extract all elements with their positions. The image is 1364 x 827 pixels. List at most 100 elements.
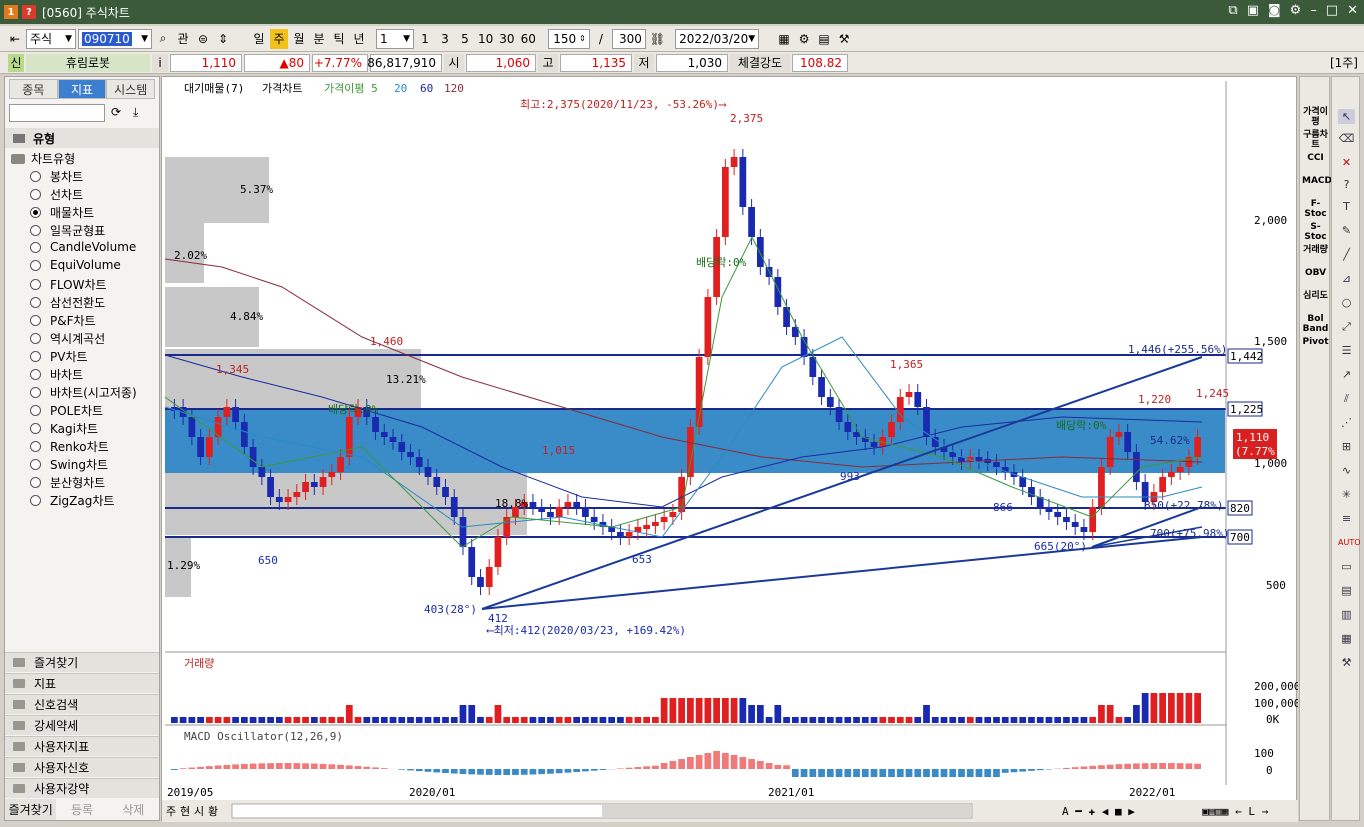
macd-title[interactable]: MACD Oscillator(12,26,9) [184, 730, 343, 743]
candle[interactable] [188, 417, 196, 437]
num-3[interactable]: 3 [436, 29, 454, 49]
scrollbar-thumb[interactable] [602, 805, 972, 817]
accordion-item[interactable]: 사용자지표 [5, 736, 159, 756]
cursor-icon[interactable]: ↖ [1338, 109, 1355, 124]
chart-type-option[interactable]: Swing차트 [30, 456, 108, 473]
radio-icon[interactable] [30, 495, 41, 506]
market-select[interactable]: 주식 ▼ [26, 28, 76, 49]
stats-icon[interactable]: ▦ [1338, 631, 1355, 646]
chart-type-option[interactable]: 봉차트 [30, 168, 83, 185]
candle[interactable] [1063, 517, 1070, 522]
radio-icon[interactable] [30, 423, 41, 434]
gear-icon[interactable]: ⚙ [1290, 3, 1302, 18]
link-icon[interactable]: ⧉ [1228, 3, 1237, 18]
candle[interactable] [477, 577, 484, 587]
candle[interactable] [337, 457, 344, 472]
candle[interactable] [415, 457, 423, 467]
trendline-low[interactable] [481, 536, 1203, 610]
accordion-item[interactable]: 신호검색 [5, 694, 159, 714]
grid-icon[interactable]: ⊞ [1338, 439, 1355, 454]
accordion-item[interactable]: 즐겨찾기 [5, 652, 159, 672]
chart-type-option[interactable]: PV차트 [30, 348, 88, 365]
candle[interactable] [293, 492, 301, 497]
candle[interactable] [372, 417, 379, 432]
bottom-tab-now[interactable]: 현 [180, 805, 190, 818]
candle[interactable] [652, 522, 659, 526]
candle[interactable] [345, 417, 353, 457]
tool-icon[interactable]: ⚒ [835, 29, 853, 49]
candle[interactable] [398, 442, 406, 452]
candle[interactable] [730, 157, 738, 167]
chart-type-option[interactable]: 바차트(시고저종) [30, 384, 137, 401]
legend-ma5[interactable]: 가격이평 5 [324, 82, 378, 95]
period-week[interactable]: 주 [270, 28, 288, 49]
download-icon[interactable]: ⤓ [133, 105, 138, 120]
candle[interactable] [669, 512, 677, 517]
radio-icon[interactable] [30, 297, 41, 308]
candle[interactable] [258, 467, 266, 477]
circle-icon[interactable]: ○ [1338, 295, 1355, 310]
legend-ma20[interactable]: 20 [394, 82, 407, 95]
radio-icon[interactable] [30, 387, 41, 398]
all-delete-icon[interactable]: ✕ [1338, 155, 1355, 170]
candle[interactable] [818, 377, 825, 397]
indicator-tool-button[interactable]: OBV [1302, 268, 1329, 278]
accordion-item[interactable]: 사용자신호 [5, 757, 159, 777]
prev-stock-icon[interactable]: ⇤ [6, 29, 24, 49]
candle[interactable] [573, 502, 581, 507]
tree-root[interactable]: 차트유형 [11, 150, 75, 167]
candle[interactable] [739, 157, 747, 207]
candle[interactable] [538, 507, 546, 512]
chart-type-option[interactable]: EquiVolume [30, 258, 121, 272]
indicator-search-input[interactable] [9, 104, 105, 122]
candle[interactable] [809, 357, 817, 377]
candle[interactable] [547, 512, 554, 517]
candle[interactable] [205, 437, 213, 457]
total-input[interactable]: 300 [611, 28, 646, 49]
accordion-item[interactable]: 지표 [5, 673, 159, 693]
chart-small-icon[interactable]: ▥ [1338, 607, 1355, 622]
chart-type-option[interactable]: FLOW차트 [30, 276, 107, 293]
candle[interactable] [844, 422, 852, 432]
delete-button[interactable]: 삭제 [108, 799, 159, 820]
candle[interactable] [1045, 507, 1053, 512]
candle[interactable] [564, 502, 572, 507]
candle[interactable] [1133, 452, 1140, 482]
count-input[interactable]: 150 ⇕ [547, 28, 590, 49]
chart-type-option[interactable]: 삼선전환도 [30, 294, 105, 311]
eraser-icon[interactable]: ⌫ [1338, 131, 1355, 146]
candle[interactable] [197, 437, 204, 457]
candle[interactable] [485, 567, 493, 587]
refresh-icon[interactable]: ⟳ [111, 105, 121, 119]
candle[interactable] [284, 497, 292, 502]
candle[interactable] [319, 477, 327, 487]
bottom-tab-status[interactable]: 황 [208, 805, 218, 818]
candle[interactable] [888, 422, 895, 437]
info-button[interactable]: i [152, 53, 168, 72]
candle[interactable] [1054, 512, 1062, 517]
chart-type-option[interactable]: 분산형차트 [30, 474, 105, 491]
chart-type-option[interactable]: 매물차트 [30, 204, 94, 221]
pen-icon[interactable]: ✎ [1338, 223, 1355, 238]
candle[interactable] [555, 507, 563, 517]
tab-system[interactable]: 시스템 [106, 79, 156, 99]
period-minute[interactable]: 분 [310, 29, 328, 49]
candle[interactable] [249, 447, 257, 467]
list-icon[interactable]: ▤ [1338, 583, 1355, 598]
chart-type-option[interactable]: CandleVolume [30, 240, 136, 254]
radio-icon[interactable] [30, 477, 41, 488]
candle[interactable] [870, 442, 878, 447]
indicator-tool-button[interactable]: S-Stoc [1302, 222, 1329, 242]
period-day[interactable]: 일 [250, 29, 268, 49]
radio-icon[interactable] [30, 259, 41, 271]
bottom-tab-city[interactable]: 시 [194, 805, 204, 818]
candle[interactable] [905, 392, 913, 397]
candle[interactable] [529, 502, 537, 507]
candle[interactable] [1168, 472, 1175, 477]
candle[interactable] [704, 297, 712, 357]
code-input[interactable]: 090710 ▼ [78, 28, 152, 49]
radio-icon[interactable] [30, 459, 41, 470]
num-30[interactable]: 30 [497, 29, 516, 49]
tab-stock[interactable]: 종목 [9, 79, 58, 99]
candle[interactable] [459, 517, 467, 547]
